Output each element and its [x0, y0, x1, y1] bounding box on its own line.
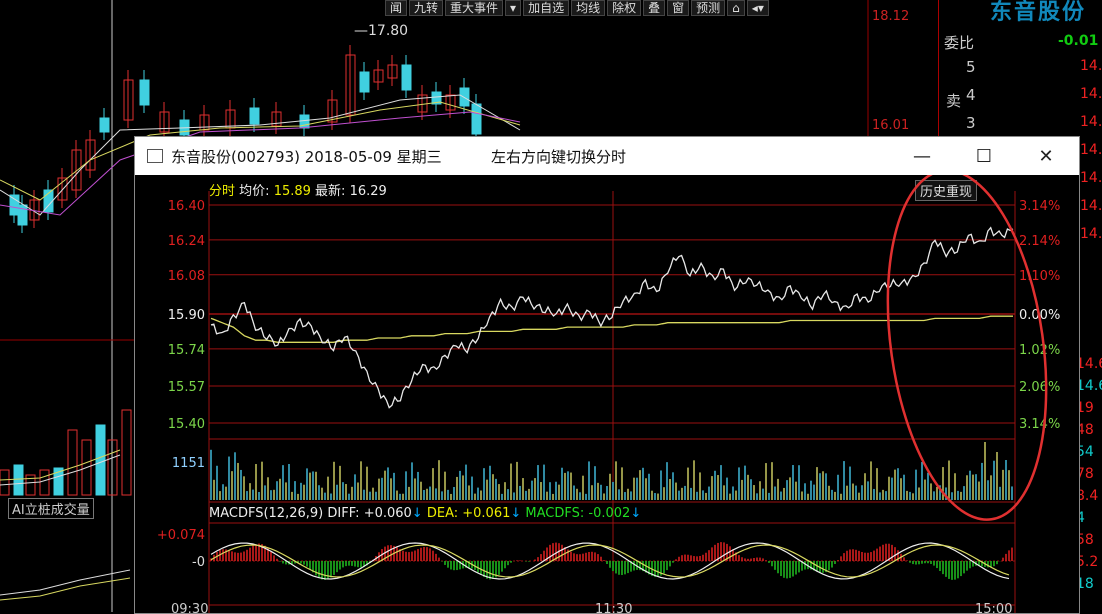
ask-levels: 543	[966, 58, 986, 142]
toolbar-button-6[interactable]: 除权	[607, 0, 642, 16]
macd-name: MACDFS(12,26,9)	[209, 506, 324, 521]
macd-value-arrow: ↓	[630, 506, 642, 521]
macd-tick-label: +0.074	[157, 528, 205, 543]
background-price-mid: 16.01	[872, 118, 910, 133]
pct-tick-label: 1.10%	[1019, 269, 1060, 284]
macd-diff-value: +0.060	[363, 506, 412, 521]
background-toolbar: 闻九转 重大事件 ▾ 加自选 均线 除权叠窗预测 ⌂ ◂▾	[385, 0, 769, 16]
toolbar-button-7[interactable]: 叠	[643, 0, 666, 16]
toolbar-button-3[interactable]: ▾	[505, 0, 522, 16]
bg-volume-bar	[39, 469, 50, 496]
macd-value-label: MACDFS:	[525, 506, 585, 521]
close-button[interactable]: ✕	[1023, 139, 1069, 173]
ask-price: 14.6	[1080, 86, 1102, 102]
bg-volume-bar	[13, 464, 24, 496]
ask-price: 14.6	[1080, 58, 1102, 74]
bg-macd-line	[0, 569, 131, 596]
bg-candle-body	[139, 79, 150, 106]
y-tick-label: 15.90	[168, 308, 205, 323]
background-volume-indicator-label[interactable]: AI立桩成交量	[8, 498, 94, 519]
toolbar-button-5[interactable]: 均线	[571, 0, 606, 16]
dialog-hint: 左右方向键切换分时	[491, 148, 627, 166]
minimize-button[interactable]: —	[899, 139, 945, 173]
toolbar-button-1[interactable]: 九转	[409, 0, 444, 16]
bg-candle-body	[471, 103, 482, 135]
price-line	[210, 226, 1014, 409]
dialog-titlebar[interactable]: 东音股份(002793) 2018-05-09 星期三 左右方向键切换分时 — …	[135, 137, 1079, 175]
bg-candle-body	[401, 64, 412, 91]
ask-price: 14.5	[1080, 170, 1102, 186]
y-tick-label: 16.08	[168, 269, 205, 284]
toolbar-button-8[interactable]: 窗	[667, 0, 690, 16]
peak-value: 17.80	[368, 23, 409, 39]
ask-price: 14.6	[1080, 114, 1102, 130]
macd-dea-arrow: ↓	[510, 506, 522, 521]
bg-volume-bar	[95, 424, 106, 496]
x-tick-label: 11:30	[595, 602, 632, 613]
y-tick-label: 15.57	[168, 380, 205, 395]
window-icon	[147, 149, 163, 163]
bg-macd-line	[0, 577, 131, 601]
volume-tick-label: 1151	[172, 456, 205, 471]
maximize-button[interactable]: ☐	[961, 139, 1007, 173]
y-tick-label: 16.24	[168, 234, 205, 249]
macd-tick-label: -0	[192, 555, 205, 570]
ask-level-5: 5	[966, 58, 976, 76]
macd-dea-value: +0.061	[462, 506, 511, 521]
pct-tick-label: 2.14%	[1019, 234, 1060, 249]
macd-info-bar: MACDFS(12,26,9) DIFF: +0.060↓ DEA: +0.06…	[209, 506, 641, 521]
peak-marker: —	[354, 23, 368, 39]
pct-tick-label: 1.02%	[1019, 343, 1060, 358]
macd-diff-arrow: ↓	[411, 506, 423, 521]
ask-price: 14.5	[1080, 198, 1102, 214]
order-ratio-label: 委比	[944, 34, 975, 52]
intraday-chart-dialog: 东音股份(002793) 2018-05-09 星期三 左右方向键切换分时 — …	[134, 136, 1080, 614]
order-ratio-value: -0.01	[1058, 33, 1099, 49]
bg-candle-body	[249, 107, 260, 125]
bg-volume-bar	[67, 429, 78, 496]
toolbar-button-2[interactable]: 重大事件	[445, 0, 504, 16]
background-price-high: 18.12	[872, 9, 910, 24]
close-icon: ✕	[1038, 145, 1054, 167]
toolbar-button-4[interactable]: 加自选	[523, 0, 570, 16]
avg-price-line	[210, 315, 1013, 343]
ask-level-4: 4	[966, 86, 976, 104]
bg-volume-bar	[0, 469, 10, 496]
bg-candle-body	[359, 71, 370, 93]
pct-tick-label: 3.14%	[1019, 199, 1060, 214]
x-tick-label: 15:00	[975, 602, 1012, 613]
ask-price: 14.5	[1080, 226, 1102, 242]
y-tick-label: 15.74	[168, 343, 205, 358]
bg-candle-body	[99, 117, 110, 133]
pct-tick-label: 2.06%	[1019, 380, 1060, 395]
macd-diff-label: DIFF:	[327, 506, 360, 521]
y-tick-label: 16.40	[168, 199, 205, 214]
toolbar-button-0[interactable]: 闻	[385, 0, 408, 16]
ask-price: 14.6	[1080, 142, 1102, 158]
stock-title: 东音股份	[990, 0, 1087, 25]
ask-prices: 14.6 14.6 14.6 14.6 14.5 14.5 14.5	[1080, 58, 1102, 254]
macd-value-value: -0.002	[588, 506, 631, 521]
toolbar-button-10[interactable]: ⌂	[727, 0, 745, 16]
bg-volume-bar	[121, 409, 132, 496]
bg-candle-body	[459, 87, 470, 107]
background-peak-label: —17.80	[354, 23, 408, 39]
sell-label: 卖	[946, 92, 962, 110]
maximize-icon: ☐	[975, 145, 993, 167]
pct-tick-label: 3.14%	[1019, 417, 1060, 432]
dialog-title: 东音股份(002793) 2018-05-09 星期三	[171, 148, 442, 166]
toolbar-button-9[interactable]: 预测	[691, 0, 726, 16]
macd-dea-label: DEA:	[426, 506, 459, 521]
x-tick-label: 09:30	[171, 602, 208, 613]
intraday-chart[interactable]: 16.40 16.24 16.08 15.90 15.74 15.57 15.40 3.14%…	[135, 175, 1079, 613]
minimize-icon: —	[913, 145, 931, 167]
toolbar-button-11[interactable]: ◂▾	[746, 0, 769, 16]
y-tick-label: 15.40	[168, 417, 205, 432]
